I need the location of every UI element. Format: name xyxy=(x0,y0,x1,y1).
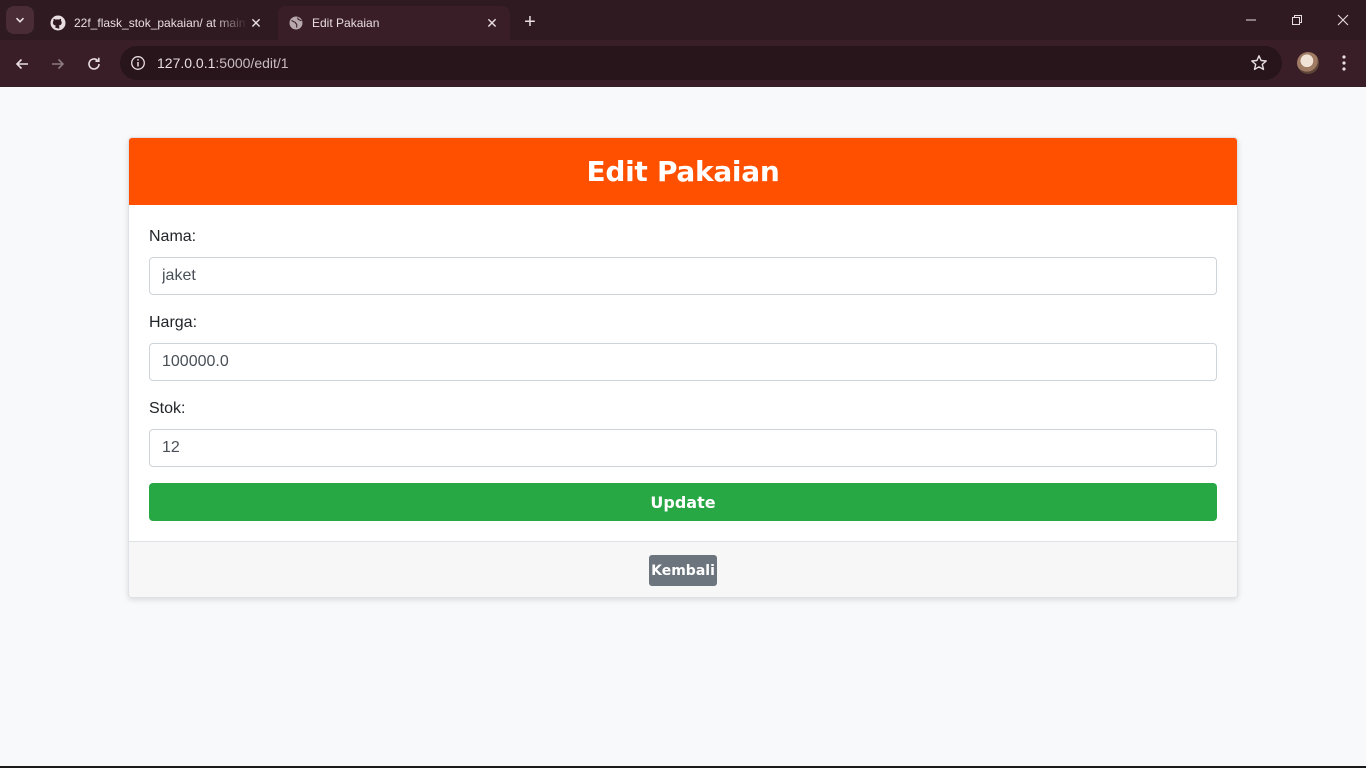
edit-card: Edit Pakaian Nama: Harga: Stok: Update K… xyxy=(128,137,1238,598)
tab-title: Edit Pakaian xyxy=(312,16,380,30)
stok-label: Stok: xyxy=(149,400,186,417)
url-host: 127.0.0.1 xyxy=(157,55,216,71)
back-arrow-icon[interactable] xyxy=(7,49,37,79)
harga-input[interactable] xyxy=(149,343,1217,381)
url-path: :5000/edit/1 xyxy=(215,55,289,71)
nama-input[interactable] xyxy=(149,257,1217,295)
url-text: 127.0.0.1:5000/edit/1 xyxy=(157,55,289,71)
tab-title: 22f_flask_stok_pakaian/ at main xyxy=(74,16,246,30)
tab-edit-pakaian[interactable]: Edit Pakaian ✕ xyxy=(278,6,510,40)
tab-search-button[interactable] xyxy=(6,6,34,34)
kembali-button[interactable]: Kembali xyxy=(649,555,717,586)
address-bar[interactable]: 127.0.0.1:5000/edit/1 xyxy=(120,46,1282,80)
chevron-down-icon xyxy=(15,17,25,23)
github-icon xyxy=(50,15,66,31)
new-tab-icon[interactable]: + xyxy=(518,10,542,34)
stok-input[interactable] xyxy=(149,429,1217,467)
tab-strip: 22f_flask_stok_pakaian/ at main ✕ Edit P… xyxy=(0,0,1366,40)
card-footer: Kembali xyxy=(129,541,1237,597)
nama-label: Nama: xyxy=(149,228,197,245)
more-vert-icon[interactable] xyxy=(1332,49,1356,77)
close-tab-icon[interactable]: ✕ xyxy=(248,15,264,31)
tab-github[interactable]: 22f_flask_stok_pakaian/ at main ✕ xyxy=(40,6,274,40)
close-window-icon[interactable] xyxy=(1320,0,1366,40)
update-button[interactable]: Update xyxy=(149,483,1217,521)
harga-label: Harga: xyxy=(149,314,198,331)
globe-icon xyxy=(289,16,303,30)
bookmark-star-icon[interactable] xyxy=(1250,54,1268,72)
page-title: Edit Pakaian xyxy=(586,155,780,188)
close-tab-icon[interactable]: ✕ xyxy=(484,15,500,31)
minimize-icon[interactable] xyxy=(1228,0,1274,40)
site-info-icon[interactable] xyxy=(126,51,150,75)
browser-toolbar: 127.0.0.1:5000/edit/1 xyxy=(0,40,1366,87)
profile-avatar[interactable] xyxy=(1297,52,1319,74)
forward-arrow-icon[interactable] xyxy=(43,49,73,79)
card-header: Edit Pakaian xyxy=(129,138,1237,205)
browser-chrome: 22f_flask_stok_pakaian/ at main ✕ Edit P… xyxy=(0,0,1366,87)
reload-icon[interactable] xyxy=(79,49,109,79)
restore-icon[interactable] xyxy=(1274,0,1320,40)
